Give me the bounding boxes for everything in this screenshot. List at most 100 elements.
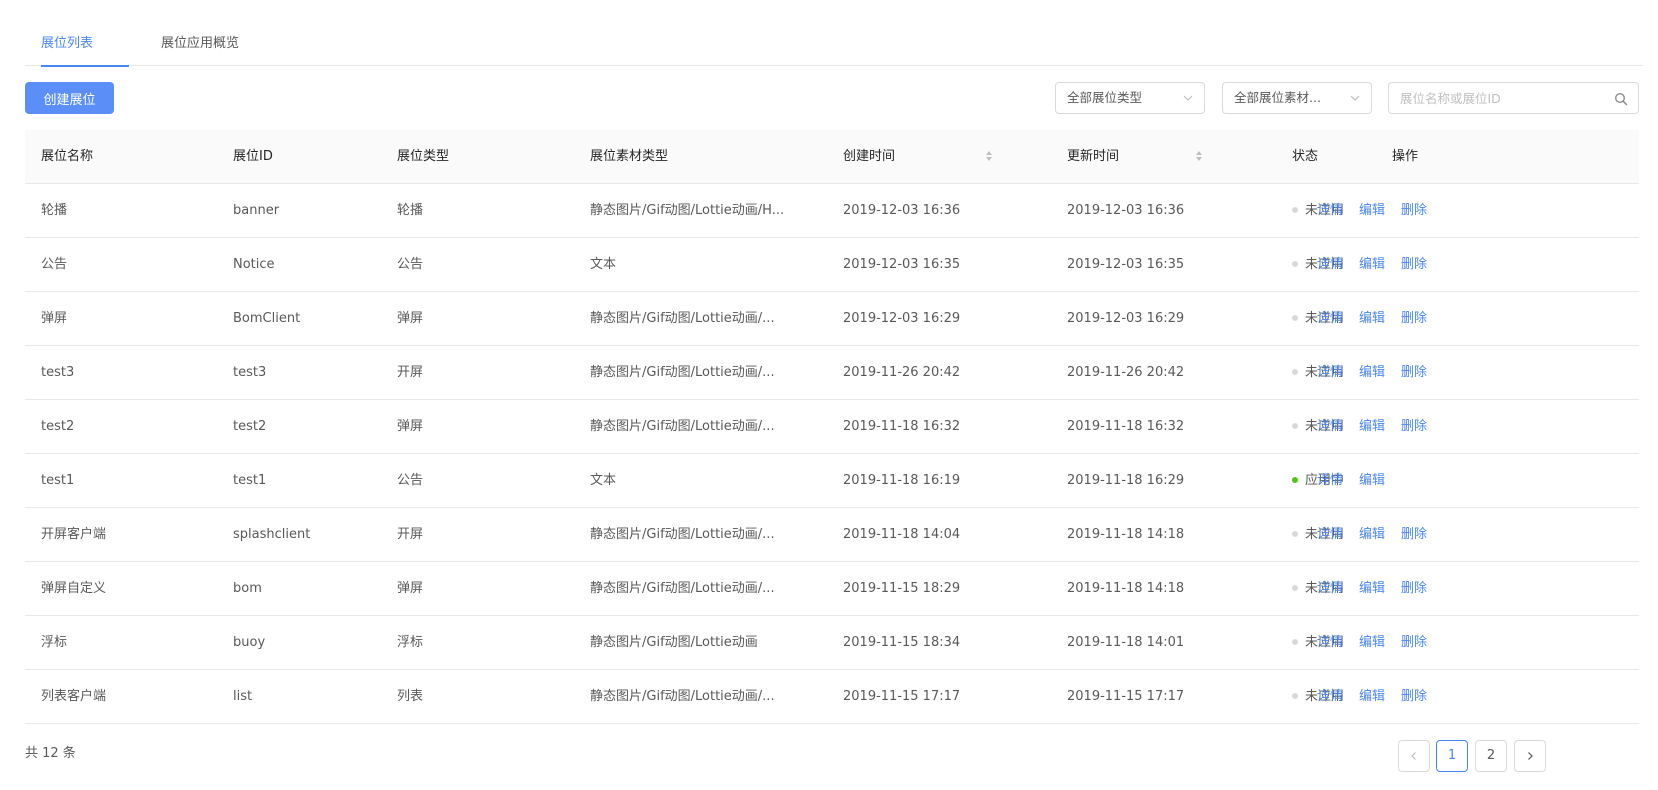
sort-icon[interactable] bbox=[1195, 150, 1203, 162]
cell-name: 弹屏 bbox=[41, 311, 68, 326]
page-1-button[interactable]: 1 bbox=[1436, 740, 1468, 772]
booth-table: 展位名称 展位ID 展位类型 展位素材类型 创建时间 更新时间 状态 操作 轮播… bbox=[25, 130, 1639, 724]
status-dot bbox=[1292, 314, 1298, 321]
cell-id: splashclient bbox=[233, 527, 311, 542]
delete-link[interactable]: 删除 bbox=[1401, 562, 1427, 616]
sort-icon[interactable] bbox=[985, 150, 993, 162]
detail-link[interactable]: 详情 bbox=[1317, 562, 1343, 616]
edit-link[interactable]: 编辑 bbox=[1359, 238, 1385, 292]
detail-link[interactable]: 详情 bbox=[1317, 400, 1343, 454]
cell-name: 开屏客户端 bbox=[41, 527, 107, 542]
detail-link[interactable]: 详情 bbox=[1317, 616, 1343, 670]
header-created[interactable]: 创建时间 bbox=[843, 130, 895, 184]
status-dot bbox=[1292, 260, 1298, 267]
cell-id: banner bbox=[233, 203, 280, 218]
prev-page-button[interactable] bbox=[1398, 740, 1430, 772]
status-dot bbox=[1292, 206, 1298, 213]
booth-type-select[interactable]: 全部展位类型 bbox=[1055, 82, 1205, 114]
delete-link[interactable]: 删除 bbox=[1401, 616, 1427, 670]
cell-type: 浮标 bbox=[397, 635, 424, 650]
detail-link[interactable]: 详情 bbox=[1317, 292, 1343, 346]
status-dot bbox=[1292, 692, 1298, 699]
cell-material: 静态图片/Gif动图/Lottie动画/... bbox=[590, 311, 775, 326]
table-row: test2 test2 弹屏 静态图片/Gif动图/Lottie动画/... 2019-… bbox=[25, 400, 1639, 454]
cell-name: test2 bbox=[41, 419, 75, 434]
detail-link[interactable]: 详情 bbox=[1317, 238, 1343, 292]
cell-name: test1 bbox=[41, 473, 75, 488]
edit-link[interactable]: 编辑 bbox=[1359, 346, 1385, 400]
table-row: 轮播 banner 轮播 静态图片/Gif动图/Lottie动画/H... 2019-1… bbox=[25, 184, 1639, 238]
cell-name: test3 bbox=[41, 365, 75, 380]
detail-link[interactable]: 详情 bbox=[1317, 670, 1343, 724]
delete-link[interactable]: 删除 bbox=[1401, 184, 1427, 238]
cell-updated: 2019-12-03 16:29 bbox=[1067, 311, 1185, 326]
search-box bbox=[1388, 82, 1639, 114]
status-dot bbox=[1292, 584, 1298, 591]
chevron-right-icon bbox=[1528, 752, 1533, 760]
cell-created: 2019-11-18 16:19 bbox=[843, 473, 961, 488]
status-dot bbox=[1292, 530, 1298, 537]
delete-link[interactable]: 删除 bbox=[1401, 292, 1427, 346]
edit-link[interactable]: 编辑 bbox=[1359, 184, 1385, 238]
table-row: 弹屏自定义 bom 弹屏 静态图片/Gif动图/Lottie动画/... 2019-11… bbox=[25, 562, 1639, 616]
cell-id: test2 bbox=[233, 419, 267, 434]
next-page-button[interactable] bbox=[1514, 740, 1546, 772]
table-row: test3 test3 开屏 静态图片/Gif动图/Lottie动画/... 2019-… bbox=[25, 346, 1639, 400]
cell-created: 2019-11-15 18:34 bbox=[843, 635, 961, 650]
search-input[interactable] bbox=[1389, 83, 1609, 113]
edit-link[interactable]: 编辑 bbox=[1359, 454, 1385, 508]
table-row: 列表客户端 list 列表 静态图片/Gif动图/Lottie动画/... 2019-1… bbox=[25, 670, 1639, 724]
table-row: 弹屏 BomClient 弹屏 静态图片/Gif动图/Lottie动画/... 2019… bbox=[25, 292, 1639, 346]
booth-type-select-value: 全部展位类型 bbox=[1067, 90, 1143, 105]
edit-link[interactable]: 编辑 bbox=[1359, 508, 1385, 562]
detail-link[interactable]: 详情 bbox=[1317, 454, 1343, 508]
table-row: 开屏客户端 splashclient 开屏 静态图片/Gif动图/Lottie动画/.… bbox=[25, 508, 1639, 562]
edit-link[interactable]: 编辑 bbox=[1359, 562, 1385, 616]
delete-link[interactable]: 删除 bbox=[1401, 508, 1427, 562]
table-row: 浮标 buoy 浮标 静态图片/Gif动图/Lottie动画 2019-11-15 18… bbox=[25, 616, 1639, 670]
delete-link[interactable]: 删除 bbox=[1401, 400, 1427, 454]
detail-link[interactable]: 详情 bbox=[1317, 184, 1343, 238]
status-dot bbox=[1292, 476, 1298, 483]
cell-type: 公告 bbox=[397, 473, 424, 488]
cell-updated: 2019-11-18 16:32 bbox=[1067, 419, 1185, 434]
status-dot bbox=[1292, 422, 1298, 429]
table-header: 展位名称 展位ID 展位类型 展位素材类型 创建时间 更新时间 状态 操作 bbox=[25, 130, 1639, 184]
edit-link[interactable]: 编辑 bbox=[1359, 400, 1385, 454]
cell-material: 文本 bbox=[590, 257, 617, 272]
cell-updated: 2019-11-15 17:17 bbox=[1067, 689, 1185, 704]
cell-created: 2019-11-18 16:32 bbox=[843, 419, 961, 434]
cell-id: buoy bbox=[233, 635, 266, 650]
detail-link[interactable]: 详情 bbox=[1317, 508, 1343, 562]
delete-link[interactable]: 删除 bbox=[1401, 238, 1427, 292]
cell-updated: 2019-11-18 14:18 bbox=[1067, 581, 1185, 596]
header-material: 展位素材类型 bbox=[590, 149, 669, 164]
status-dot bbox=[1292, 638, 1298, 645]
cell-id: bom bbox=[233, 581, 262, 596]
cell-updated: 2019-11-18 14:18 bbox=[1067, 527, 1185, 542]
delete-link[interactable]: 删除 bbox=[1401, 346, 1427, 400]
detail-link[interactable]: 详情 bbox=[1317, 346, 1343, 400]
cell-updated: 2019-11-18 14:01 bbox=[1067, 635, 1185, 650]
cell-type: 开屏 bbox=[397, 527, 424, 542]
tab-booth-list[interactable]: 展位列表 bbox=[41, 26, 129, 67]
edit-link[interactable]: 编辑 bbox=[1359, 670, 1385, 724]
cell-type: 列表 bbox=[397, 689, 424, 704]
edit-link[interactable]: 编辑 bbox=[1359, 616, 1385, 670]
cell-name: 轮播 bbox=[41, 203, 68, 218]
page-2-button[interactable]: 2 bbox=[1475, 740, 1507, 772]
cell-name: 公告 bbox=[41, 257, 68, 272]
status-dot bbox=[1292, 368, 1298, 375]
create-booth-button[interactable]: 创建展位 bbox=[25, 82, 114, 114]
total-count: 共 12 条 bbox=[25, 746, 76, 761]
material-type-select[interactable]: 全部展位素材... bbox=[1222, 82, 1372, 114]
table-row: test1 test1 公告 文本 2019-11-18 16:19 2019-11-18… bbox=[25, 454, 1639, 508]
material-type-select-value: 全部展位素材... bbox=[1234, 90, 1321, 105]
chevron-left-icon bbox=[1411, 752, 1416, 760]
tab-booth-overview[interactable]: 展位应用概览 bbox=[161, 26, 239, 66]
cell-type: 弹屏 bbox=[397, 419, 424, 434]
search-icon[interactable] bbox=[1614, 92, 1628, 106]
header-updated[interactable]: 更新时间 bbox=[1067, 130, 1119, 184]
edit-link[interactable]: 编辑 bbox=[1359, 292, 1385, 346]
delete-link[interactable]: 删除 bbox=[1401, 670, 1427, 724]
